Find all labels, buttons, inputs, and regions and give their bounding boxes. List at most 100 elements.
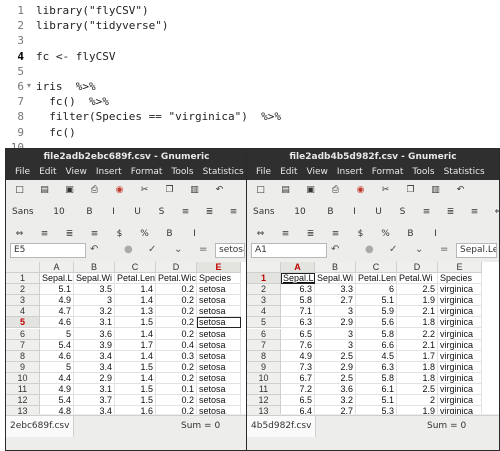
currency-icon[interactable]: $ — [355, 229, 366, 240]
fold-arrow-icon[interactable]: ▾ — [27, 81, 31, 90]
row-header[interactable]: 13 — [6, 406, 40, 414]
table-cell[interactable]: 5.1 — [356, 395, 397, 407]
table-cell[interactable]: 1.5 — [115, 361, 156, 373]
table-cell[interactable]: 0.2 — [156, 306, 197, 318]
menu-statistics[interactable]: Statistics — [435, 165, 485, 180]
table-cell[interactable]: 3.1 — [74, 384, 115, 395]
table-cell[interactable]: virginica — [438, 306, 482, 318]
table-cell[interactable]: 0.2 — [156, 295, 197, 307]
table-cell[interactable]: 1.8 — [397, 317, 438, 329]
table-cell[interactable]: 3 — [74, 295, 115, 307]
copy-icon[interactable]: ❐ — [405, 185, 416, 196]
align-left-icon[interactable]: ≡ — [180, 207, 191, 218]
table-cell[interactable]: Petal.Wi — [397, 273, 438, 284]
table-cell[interactable]: 5.1 — [40, 284, 74, 296]
table-cell[interactable]: 6.3 — [281, 284, 315, 296]
table-cell[interactable]: 2.5 — [397, 384, 438, 395]
font-name-select[interactable]: Sans — [12, 207, 38, 218]
menu-tools[interactable]: Tools — [403, 165, 434, 180]
table-cell[interactable]: Petal.Len — [356, 273, 397, 284]
table-cell[interactable]: 3 — [315, 306, 356, 318]
merge-icon[interactable]: ⇔ — [14, 229, 25, 240]
table-cell[interactable]: 1.4 — [115, 372, 156, 384]
percent-icon[interactable]: % — [380, 229, 391, 240]
row-header[interactable]: 10 — [6, 372, 40, 384]
formula-input[interactable]: Sepal.Length — [456, 243, 497, 258]
table-cell[interactable]: 0.2 — [156, 361, 197, 373]
table-cell[interactable]: 4.6 — [40, 350, 74, 362]
row-header[interactable]: 2 — [247, 284, 281, 296]
table-cell[interactable]: virginica — [438, 395, 482, 407]
bold-icon[interactable]: B — [325, 207, 336, 218]
table-cell[interactable]: 3.5 — [74, 284, 115, 296]
table-cell[interactable]: 0.2 — [156, 328, 197, 340]
row-header[interactable]: 7 — [6, 339, 40, 351]
italic-icon[interactable]: I — [349, 207, 360, 218]
paste-icon[interactable]: ▥ — [430, 185, 441, 196]
accept-icon[interactable]: ✓ — [389, 244, 397, 255]
column-header-b[interactable]: B — [315, 262, 356, 273]
underline-icon[interactable]: U — [373, 207, 384, 218]
table-cell[interactable]: Sepal.Len — [281, 273, 315, 284]
table-cell[interactable]: Sepal.Wi — [315, 273, 356, 284]
table-cell[interactable]: Sepal.Len — [40, 273, 74, 284]
menu-edit[interactable]: Edit — [30, 165, 56, 180]
align-center-icon[interactable]: ≣ — [445, 207, 456, 218]
accept-icon[interactable]: ✓ — [148, 244, 156, 255]
table-cell[interactable]: 4.9 — [40, 295, 74, 307]
table-cell[interactable]: setosa — [197, 317, 241, 329]
column-header-a[interactable]: A — [40, 262, 74, 273]
table-cell[interactable]: virginica — [438, 361, 482, 373]
table-cell[interactable]: 4.9 — [40, 384, 74, 395]
menu-file[interactable]: File — [6, 165, 30, 180]
new-icon[interactable]: □ — [255, 185, 266, 196]
table-cell[interactable]: 0.1 — [156, 384, 197, 395]
print-icon[interactable]: ⎙ — [89, 185, 100, 196]
row-header[interactable]: 8 — [247, 350, 281, 362]
print-icon[interactable]: ⎙ — [330, 185, 341, 196]
table-cell[interactable]: 2.5 — [315, 350, 356, 362]
equals-icon[interactable]: = — [199, 244, 207, 255]
column-header-c[interactable]: C — [356, 262, 397, 273]
table-cell[interactable]: 3 — [315, 328, 356, 340]
row-header[interactable]: 1 — [6, 273, 40, 285]
code-line[interactable]: fc <- flyCSV — [36, 50, 115, 63]
cut-icon[interactable]: ✂ — [139, 185, 150, 196]
table-cell[interactable]: 4.5 — [356, 350, 397, 362]
currency-icon[interactable]: $ — [114, 229, 125, 240]
strike-icon[interactable]: S — [397, 207, 408, 218]
table-cell[interactable]: Species — [438, 273, 482, 284]
menu-view[interactable]: View — [57, 165, 87, 180]
table-cell[interactable]: Petal.Wic — [156, 273, 197, 284]
row-header[interactable]: 7 — [247, 339, 281, 351]
table-cell[interactable]: 2.2 — [397, 328, 438, 340]
column-header-d[interactable]: D — [397, 262, 438, 273]
row-header[interactable]: 13 — [247, 406, 281, 414]
align-left-icon[interactable]: ≡ — [280, 229, 291, 240]
table-cell[interactable]: 4.6 — [40, 317, 74, 329]
align-left-icon[interactable]: ≡ — [421, 207, 432, 218]
table-cell[interactable]: 1.9 — [397, 406, 438, 414]
table-cell[interactable]: 5 — [40, 361, 74, 373]
table-cell[interactable]: 7.3 — [281, 361, 315, 373]
sheet-tab[interactable]: 2ebc689f.csv — [6, 416, 75, 437]
table-cell[interactable]: 5.3 — [356, 406, 397, 414]
table-cell[interactable]: Petal.Len — [115, 273, 156, 284]
italic-icon[interactable]: I — [108, 207, 119, 218]
table-cell[interactable]: setosa — [197, 406, 241, 414]
cell-reference-box[interactable]: E5 — [10, 243, 86, 258]
code-line[interactable]: filter(Species == "virginica") %>% — [36, 110, 281, 123]
table-cell[interactable]: setosa — [197, 339, 241, 351]
row-header[interactable]: 4 — [6, 306, 40, 318]
row-header[interactable]: 9 — [6, 361, 40, 373]
row-header[interactable]: 3 — [6, 295, 40, 307]
table-cell[interactable]: 5.4 — [40, 339, 74, 351]
row-header[interactable]: 6 — [6, 328, 40, 340]
table-cell[interactable]: 2.9 — [315, 317, 356, 329]
stop-icon[interactable]: ◉ — [355, 185, 366, 196]
table-cell[interactable]: 6.5 — [281, 395, 315, 407]
row-header[interactable]: 1 — [247, 273, 281, 285]
table-cell[interactable]: 6.4 — [281, 406, 315, 414]
bold-icon[interactable]: B — [84, 207, 95, 218]
table-cell[interactable]: virginica — [438, 339, 482, 351]
